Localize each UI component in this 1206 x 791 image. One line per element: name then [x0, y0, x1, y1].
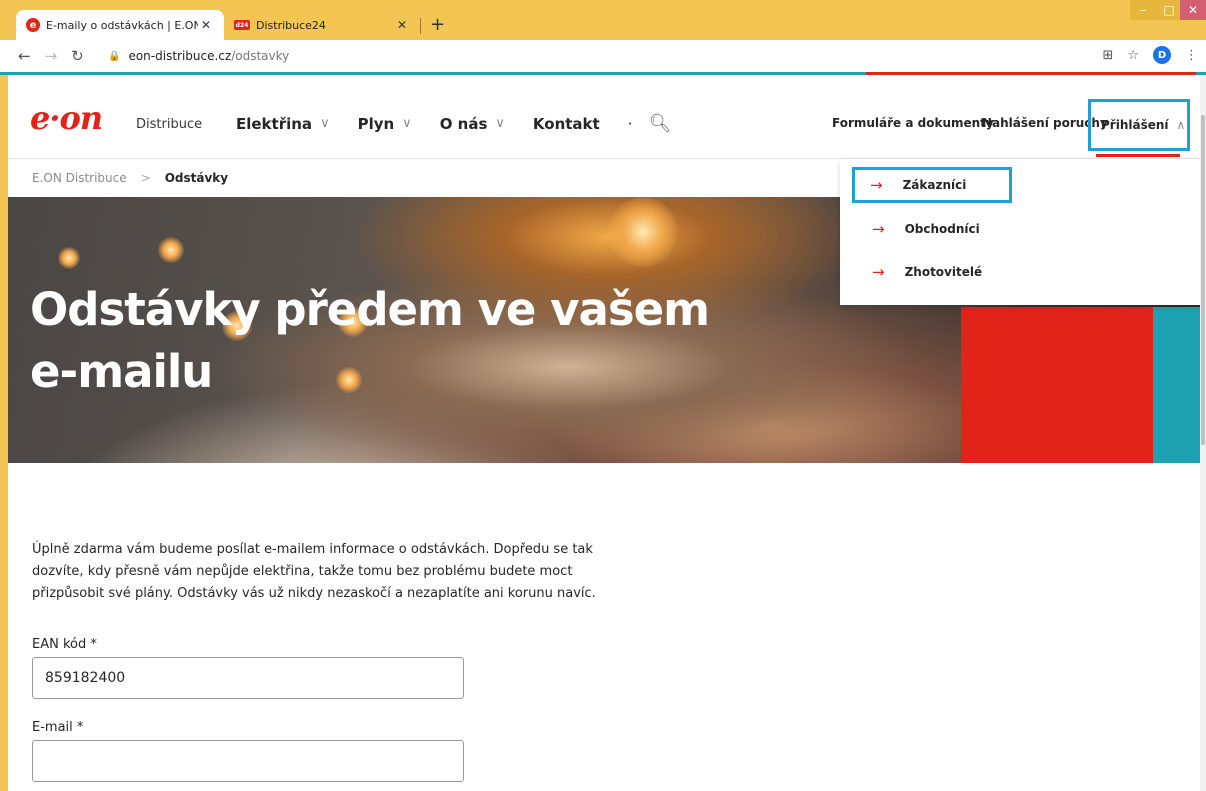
email-input[interactable]	[32, 740, 464, 782]
login-label: Přihlášení	[1101, 118, 1169, 132]
email-label: E-mail *	[32, 720, 84, 735]
page-title: Odstávky předem ve vašem e-mailu	[30, 283, 710, 398]
ean-input[interactable]	[32, 657, 464, 699]
light-bulb-glow	[608, 197, 678, 267]
arrow-right-icon: →	[870, 176, 883, 194]
new-tab-button[interactable]: +	[430, 14, 445, 35]
nav-label: O nás	[439, 114, 488, 133]
search-icon[interactable]: 🔍︎	[648, 113, 671, 134]
breadcrumb-current: Odstávky	[164, 171, 229, 185]
breadcrumb: E.ON Distribuce > Odstávky	[32, 171, 228, 185]
nav-item-plyn[interactable]: Plyn ∨	[358, 115, 412, 133]
close-window-button[interactable]: ✕	[1180, 0, 1206, 20]
chevron-down-icon: ∨	[402, 116, 412, 131]
nav-item-kontakt[interactable]: Kontakt	[533, 115, 600, 133]
hero-red-block	[961, 307, 1153, 463]
dropdown-item-label: Zákazníci	[902, 178, 967, 192]
chevron-up-icon: ∧	[1176, 118, 1186, 132]
address-bar[interactable]: 🔒 eon-distribuce.cz/odstavky	[108, 46, 1108, 66]
light-bulb-glow	[158, 237, 184, 263]
web-page: e·on Distribuce Elektřina ∨ Plyn ∨ O nás ∨ …	[8, 75, 1200, 791]
login-active-underline	[1096, 154, 1180, 157]
browser-toolbar: ← → ↻ 🔒 eon-distribuce.cz/odstavky ⊞ ☆ D…	[0, 40, 1206, 72]
menu-kebab-icon[interactable]: ⋮	[1185, 48, 1198, 63]
star-icon[interactable]: ☆	[1127, 48, 1139, 63]
browser-tab-bar: e E-maily o odstávkách | E.ON Distr ✕ d2…	[0, 0, 1206, 40]
eon-favicon-icon: e	[26, 18, 40, 32]
dropdown-item-zakaznici[interactable]: → Zákazníci	[852, 167, 1012, 203]
scrollbar-thumb[interactable]	[1201, 115, 1205, 445]
login-dropdown-menu: → Zákazníci → Obchodníci → Zhotovitelé	[840, 159, 1200, 305]
url-path: /odstavky	[231, 49, 290, 63]
hero-teal-block	[1153, 307, 1200, 463]
chevron-down-icon: ∨	[495, 116, 505, 131]
chevron-down-icon: ∨	[320, 116, 330, 131]
nav-label: Elektřina	[236, 114, 313, 133]
translate-icon[interactable]: ⊞	[1102, 48, 1113, 63]
arrow-right-icon: →	[872, 263, 885, 281]
breadcrumb-home-link[interactable]: E.ON Distribuce	[32, 171, 127, 185]
eon-logo[interactable]: e·on	[30, 99, 103, 137]
nav-dot-separator: ·	[627, 114, 633, 133]
profile-avatar[interactable]: D	[1153, 46, 1171, 64]
tab-title: E-maily o odstávkách | E.ON Distr	[46, 18, 198, 32]
arrow-right-icon: →	[872, 220, 885, 238]
dropdown-item-label: Obchodníci	[904, 222, 980, 236]
minimize-button[interactable]: –	[1130, 0, 1156, 20]
login-menu-button[interactable]: Přihlášení ∧	[1088, 99, 1190, 151]
chevron-right-icon: >	[140, 171, 151, 185]
dropdown-item-label: Zhotovitelé	[904, 265, 983, 279]
nav-item-elektrina[interactable]: Elektřina ∨	[236, 115, 330, 133]
close-icon[interactable]: ✕	[198, 18, 214, 32]
reload-icon[interactable]: ↻	[71, 47, 84, 65]
light-bulb-glow	[58, 247, 80, 269]
page-scrollbar[interactable]	[1200, 75, 1206, 791]
dropdown-item-zhotovitele[interactable]: → Zhotovitelé	[854, 254, 982, 290]
close-icon[interactable]: ✕	[394, 18, 410, 32]
tab-distribuce24[interactable]: d24 Distribuce24 ✕	[224, 10, 420, 40]
logo-subtitle: Distribuce	[136, 117, 203, 132]
url-host: eon-distribuce.cz	[128, 49, 232, 63]
tab-eon-odstavky[interactable]: e E-maily o odstávkách | E.ON Distr ✕	[16, 10, 224, 40]
intro-text: Úplně zdarma vám budeme posílat e-mailem…	[32, 542, 596, 601]
tab-divider	[420, 18, 421, 34]
distribuce24-favicon-icon: d24	[234, 20, 250, 30]
forms-documents-link[interactable]: Formuláře a dokumenty	[832, 116, 994, 130]
nav-label: Kontakt	[532, 114, 600, 133]
lock-icon: 🔒	[108, 50, 121, 62]
nav-label: Plyn	[357, 114, 395, 133]
nav-item-o-nas[interactable]: O nás ∨	[440, 115, 505, 133]
main-nav: Elektřina ∨ Plyn ∨ O nás ∨ Kontakt · 🔍︎	[236, 113, 671, 134]
maximize-button[interactable]: □	[1156, 0, 1182, 20]
forward-arrow-icon[interactable]: →	[45, 47, 58, 65]
ean-label: EAN kód *	[32, 637, 97, 652]
tab-title: Distribuce24	[256, 18, 326, 32]
back-arrow-icon[interactable]: ←	[18, 47, 31, 65]
dropdown-item-obchodnici[interactable]: → Obchodníci	[854, 211, 980, 247]
site-header: e·on Distribuce Elektřina ∨ Plyn ∨ O nás ∨ …	[8, 75, 1200, 159]
